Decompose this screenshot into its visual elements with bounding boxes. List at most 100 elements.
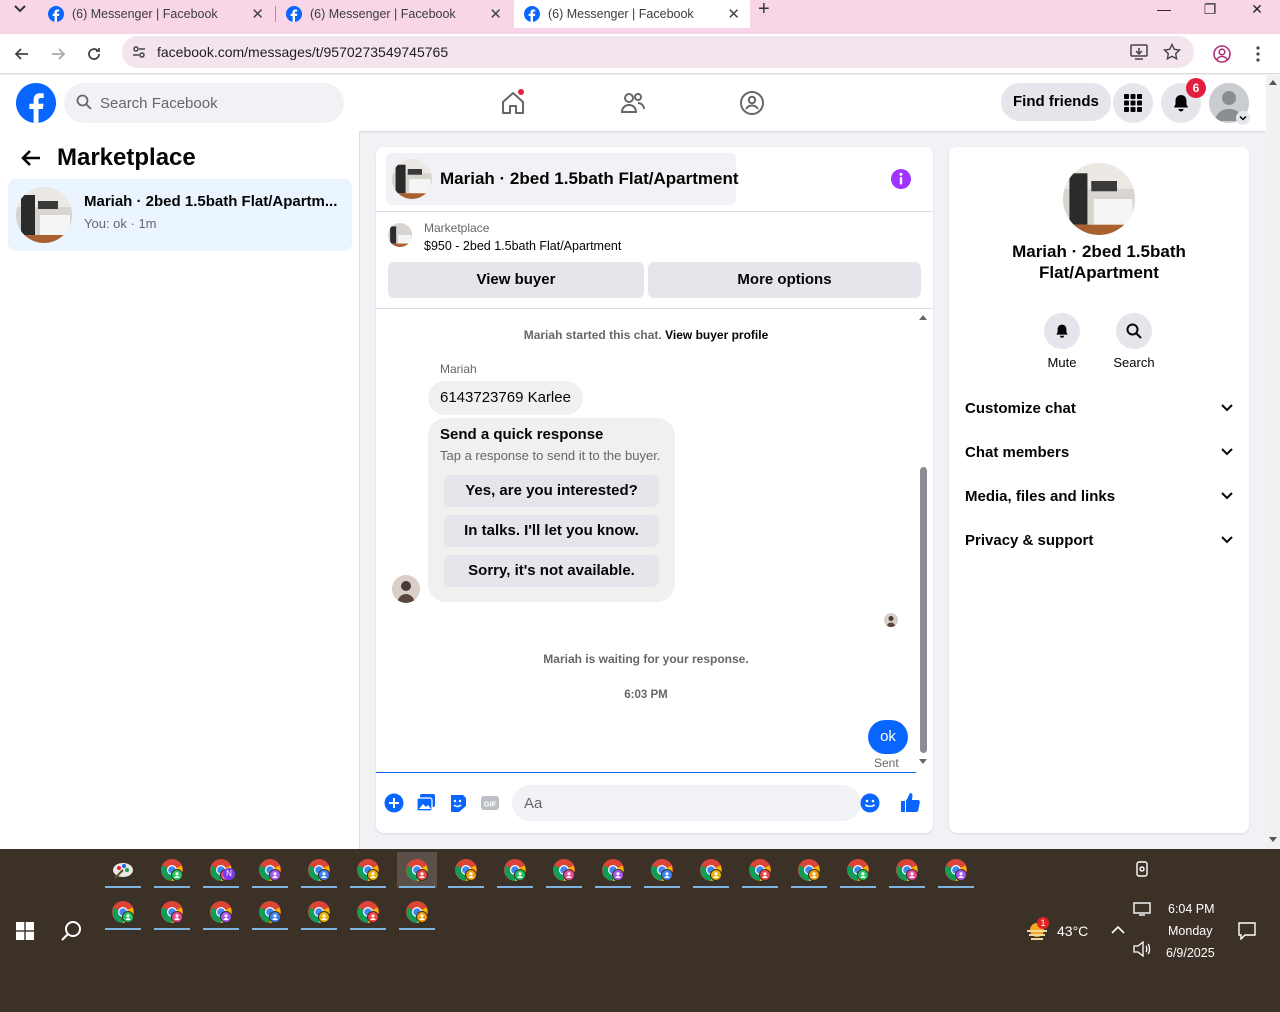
address-bar[interactable]: facebook.com/messages/t/9570273549745765 bbox=[122, 36, 1194, 68]
taskbar-chrome-app[interactable] bbox=[397, 852, 437, 888]
chevron-up-icon[interactable] bbox=[1111, 925, 1125, 934]
site-settings-icon[interactable] bbox=[130, 43, 148, 61]
info-icon[interactable] bbox=[890, 168, 912, 190]
taskbar-chrome-app[interactable] bbox=[544, 852, 584, 888]
notification-center-icon[interactable] bbox=[1238, 922, 1256, 940]
taskbar-chrome-app[interactable] bbox=[299, 852, 339, 888]
taskbar-chrome-app[interactable] bbox=[740, 852, 780, 888]
back-button[interactable] bbox=[10, 42, 34, 66]
chat-members-section[interactable]: Chat members bbox=[965, 444, 1233, 466]
view-buyer-button[interactable]: View buyer bbox=[388, 262, 644, 298]
taskbar-chrome-app[interactable] bbox=[642, 852, 682, 888]
taskbar-chrome-app[interactable] bbox=[887, 852, 927, 888]
reload-button[interactable] bbox=[82, 42, 106, 66]
taskbar-chrome-app[interactable]: N bbox=[201, 852, 241, 888]
account-chevron-icon[interactable] bbox=[1236, 111, 1250, 125]
taskbar-chrome-app[interactable] bbox=[593, 852, 633, 888]
scroll-down-icon[interactable] bbox=[1269, 837, 1277, 843]
bookmark-star-icon[interactable] bbox=[1163, 43, 1181, 61]
find-friends-button[interactable]: Find friends bbox=[1001, 83, 1111, 121]
taskbar-chrome-app[interactable] bbox=[250, 852, 290, 888]
search-input[interactable] bbox=[100, 83, 330, 123]
taskbar-chrome-app[interactable] bbox=[397, 894, 437, 930]
taskbar-chrome-app[interactable] bbox=[936, 852, 976, 888]
quick-response-option[interactable]: Sorry, it's not available. bbox=[444, 555, 659, 587]
taskbar-chrome-app[interactable] bbox=[495, 852, 535, 888]
taskbar-chrome-app[interactable] bbox=[152, 894, 192, 930]
details-avatar[interactable] bbox=[1063, 163, 1135, 235]
taskbar-chrome-app[interactable] bbox=[348, 894, 388, 930]
new-tab-button[interactable]: + bbox=[758, 0, 770, 21]
plus-circle-icon[interactable] bbox=[384, 793, 404, 813]
view-buyer-profile-link[interactable]: View buyer profile bbox=[665, 328, 768, 342]
chat-scrollbar-thumb[interactable] bbox=[920, 467, 927, 753]
browser-tab-2[interactable]: (6) Messenger | Facebook ✕ bbox=[276, 0, 512, 28]
gif-icon[interactable]: GIF bbox=[480, 793, 500, 813]
network-icon[interactable] bbox=[1133, 902, 1151, 916]
taskbar-chrome-app[interactable] bbox=[348, 852, 388, 888]
facebook-search[interactable] bbox=[64, 83, 344, 123]
mute-action[interactable]: Mute bbox=[1032, 313, 1092, 370]
minimize-button[interactable]: — bbox=[1141, 0, 1187, 18]
groups-nav-button[interactable] bbox=[736, 87, 768, 119]
home-nav-button[interactable] bbox=[497, 87, 529, 119]
message-input[interactable] bbox=[524, 785, 824, 821]
quick-response-option[interactable]: Yes, are you interested? bbox=[444, 475, 659, 507]
taskbar-chrome-app[interactable] bbox=[446, 852, 486, 888]
photo-icon[interactable] bbox=[416, 793, 436, 813]
page-scrollbar[interactable] bbox=[1266, 75, 1280, 849]
taskbar-chrome-app[interactable] bbox=[299, 894, 339, 930]
clock-date[interactable]: 6/9/2025 bbox=[1166, 946, 1215, 960]
message-composer[interactable] bbox=[512, 785, 880, 821]
taskbar-chrome-app[interactable] bbox=[691, 852, 731, 888]
friends-nav-button[interactable] bbox=[617, 87, 649, 119]
thumbs-up-icon[interactable] bbox=[899, 791, 921, 813]
chat-scroll-down-icon[interactable] bbox=[919, 759, 927, 765]
volume-icon[interactable] bbox=[1133, 941, 1151, 957]
media-files-section[interactable]: Media, files and links bbox=[965, 488, 1233, 510]
weather-widget[interactable]: 1 43°C bbox=[1025, 917, 1088, 940]
taskbar-chrome-app[interactable] bbox=[250, 894, 290, 930]
facebook-logo-icon[interactable] bbox=[16, 83, 56, 123]
more-options-button[interactable]: More options bbox=[648, 262, 921, 298]
windows-start-icon[interactable] bbox=[16, 922, 34, 940]
mute-button[interactable] bbox=[1044, 313, 1080, 349]
menu-button[interactable] bbox=[1113, 83, 1153, 123]
chat-header[interactable]: Mariah · 2bed 1.5bath Flat/Apartment bbox=[386, 153, 739, 205]
forward-button[interactable] bbox=[46, 42, 70, 66]
browser-tab-3-active[interactable]: (6) Messenger | Facebook ✕ bbox=[514, 0, 750, 28]
search-action[interactable]: Search bbox=[1104, 313, 1164, 370]
taskbar-chrome-app[interactable] bbox=[103, 894, 143, 930]
privacy-support-section[interactable]: Privacy & support bbox=[965, 532, 1233, 554]
browser-menu-button[interactable] bbox=[1246, 42, 1270, 66]
taskbar-chrome-app[interactable] bbox=[152, 852, 192, 888]
listing-title[interactable]: $950 - 2bed 1.5bath Flat/Apartment bbox=[424, 239, 621, 253]
clock-time[interactable]: 6:04 PM bbox=[1168, 902, 1215, 916]
chat-scroll-up-icon[interactable] bbox=[919, 314, 927, 320]
tab-search-button[interactable] bbox=[6, 0, 34, 18]
tab-close-icon[interactable]: ✕ bbox=[489, 5, 502, 23]
scroll-up-icon[interactable] bbox=[1269, 79, 1277, 85]
maximize-button[interactable]: ❐ bbox=[1187, 0, 1233, 18]
screen-capture-icon[interactable] bbox=[1134, 861, 1150, 877]
customize-chat-section[interactable]: Customize chat bbox=[965, 400, 1233, 422]
sender-avatar[interactable] bbox=[392, 575, 420, 603]
back-arrow-icon[interactable] bbox=[20, 147, 42, 169]
install-app-icon[interactable] bbox=[1130, 44, 1148, 60]
search-button[interactable] bbox=[1116, 313, 1152, 349]
browser-tab-1[interactable]: (6) Messenger | Facebook ✕ bbox=[38, 0, 274, 28]
taskbar-search-icon[interactable] bbox=[60, 919, 84, 943]
sticker-icon[interactable] bbox=[448, 793, 468, 813]
quick-response-option[interactable]: In talks. I'll let you know. bbox=[444, 515, 659, 547]
tab-close-icon[interactable]: ✕ bbox=[251, 5, 264, 23]
taskbar-chrome-app[interactable] bbox=[201, 894, 241, 930]
close-window-button[interactable]: ✕ bbox=[1234, 0, 1280, 18]
tab-close-icon[interactable]: ✕ bbox=[727, 5, 740, 23]
emoji-icon[interactable] bbox=[860, 793, 880, 813]
taskbar-chrome-app[interactable] bbox=[789, 852, 829, 888]
taskbar-chrome-app[interactable] bbox=[838, 852, 878, 888]
conversation-item[interactable]: Mariah · 2bed 1.5bath Flat/Apartm... You… bbox=[8, 179, 352, 251]
clock-day[interactable]: Monday bbox=[1168, 924, 1212, 938]
taskbar-chrome-app[interactable] bbox=[103, 852, 143, 888]
profile-button[interactable] bbox=[1210, 42, 1234, 66]
